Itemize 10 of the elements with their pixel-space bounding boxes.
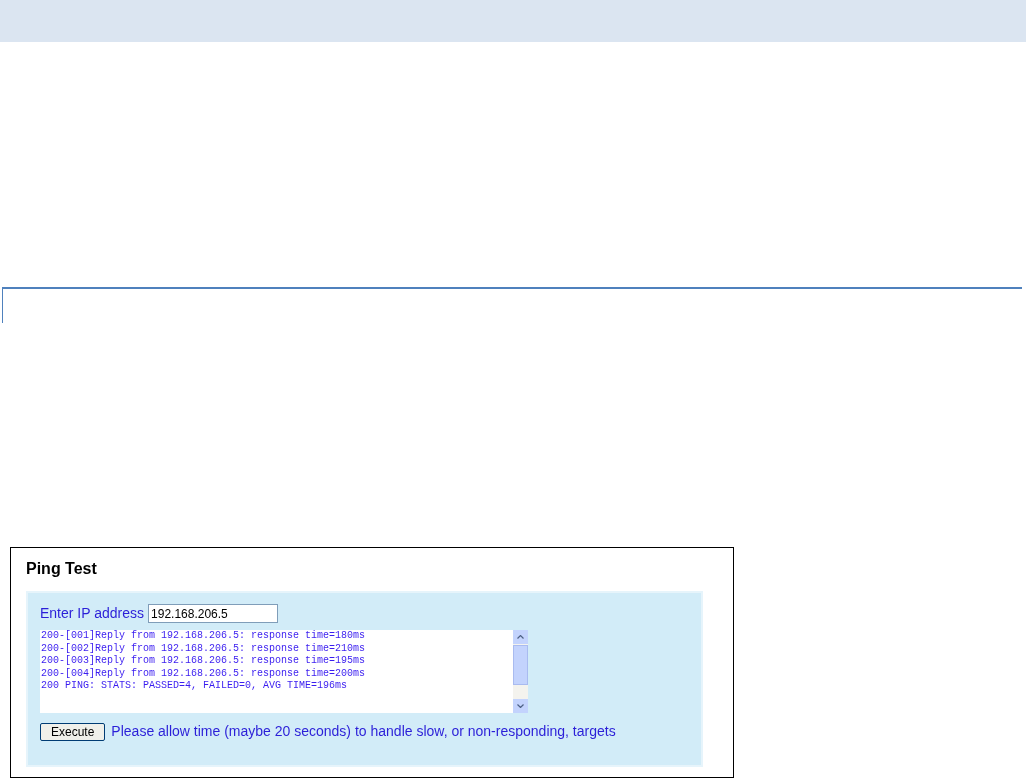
scroll-thumb[interactable]: [513, 645, 528, 685]
scrollbar[interactable]: [513, 630, 528, 713]
execute-button[interactable]: Execute: [40, 722, 106, 741]
ip-address-field[interactable]: 192.168.206.5: [148, 604, 279, 623]
chevron-up-icon[interactable]: [517, 635, 524, 639]
note-text: Please allow time (maybe 20 seconds) to handle slow, or non-responding, targets: [111, 722, 616, 741]
ping-output: 200-[001]Reply from 192.168.206.5: response time=180ms 200-[002]Reply from 192.168.206.5: response time=210ms 200-[003]Reply from 192.168.206.5: response time=195ms 200-[004]Reply from 192.168.206.5: response time=200ms 200 PING: STATS: PASSED=4, FAILED=0, AVG TIME=196ms: [40, 630, 367, 693]
chevron-down-icon[interactable]: [517, 704, 524, 708]
panel-title: Ping Test: [26, 560, 98, 578]
field-label: Enter IP address: [40, 604, 145, 623]
